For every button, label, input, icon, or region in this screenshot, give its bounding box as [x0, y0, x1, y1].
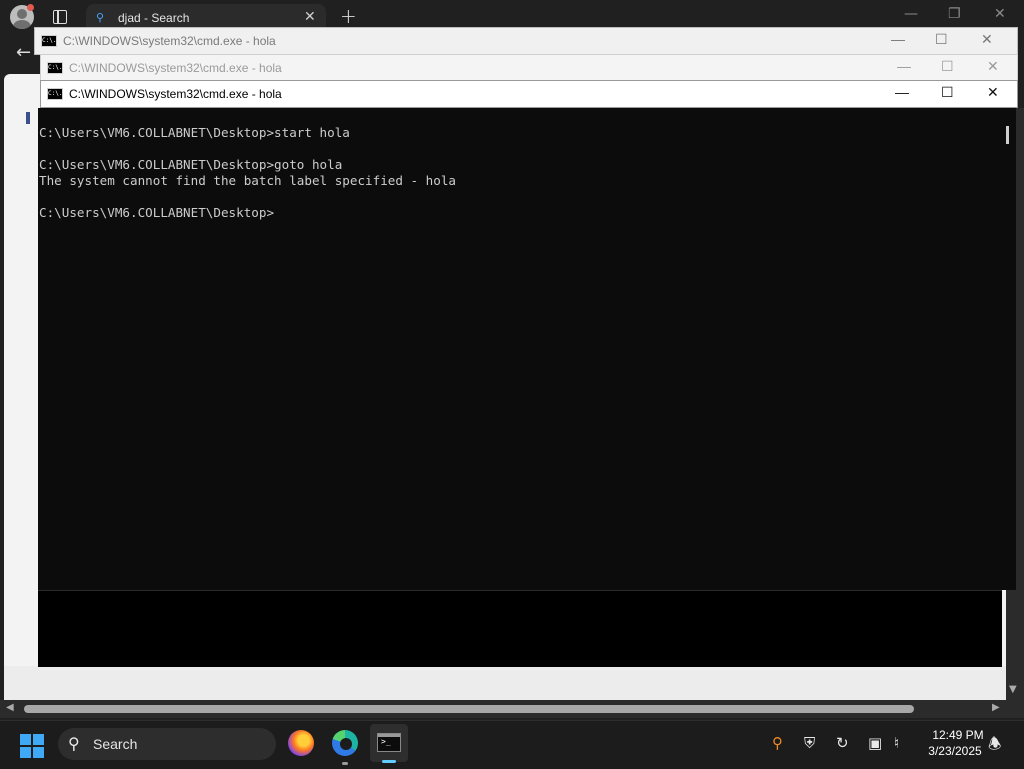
scroll-down-arrow-icon[interactable]: ▼ [1009, 684, 1017, 695]
taskbar-search-box[interactable] [58, 728, 276, 760]
edge-running-indicator [342, 762, 348, 765]
cmd-window-title: C:\WINDOWS\system32\cmd.exe - hola [69, 61, 282, 75]
maximize-icon[interactable]: ☐ [935, 31, 948, 48]
cmd-window-title: C:\WINDOWS\system32\cmd.exe - hola [69, 87, 282, 101]
scroll-left-arrow-icon[interactable]: ◀ [6, 702, 14, 713]
console-scrollbar[interactable] [1002, 108, 1016, 590]
console-prompt-line: C:\Users\VM6.COLLABNET\Desktop> [39, 205, 275, 220]
minimize-icon[interactable]: — [895, 84, 909, 100]
cmd-window-2-titlebar[interactable]: C:\. C:\WINDOWS\system32\cmd.exe - hola … [40, 54, 1018, 82]
sync-alert-icon[interactable]: ↻ [836, 734, 849, 752]
start-logo-quadrant [20, 747, 31, 758]
edge-browser-icon[interactable] [332, 730, 358, 756]
browser-minimize-icon[interactable]: — [904, 6, 918, 22]
browser-restore-icon[interactable]: ❐ [948, 6, 961, 22]
cmd-active-indicator [382, 760, 396, 763]
search-favicon-icon: ⚲ [96, 11, 105, 24]
browser-page-bottom [4, 666, 1006, 700]
new-tab-icon[interactable]: + [340, 4, 357, 28]
security-shield-warning-icon[interactable]: ⛨ [804, 734, 815, 752]
start-logo-quadrant [20, 734, 31, 745]
profile-notification-dot [27, 4, 34, 11]
scroll-right-arrow-icon[interactable]: ▶ [992, 702, 1000, 713]
browser-tab-title: djad - Search [118, 11, 190, 25]
maximize-icon[interactable]: ☐ [941, 84, 954, 101]
close-icon[interactable]: ✕ [987, 58, 999, 75]
cmd-app-icon: C:\. [47, 88, 63, 100]
maximize-icon[interactable]: ☐ [941, 58, 954, 75]
network-display-icon[interactable]: ▣ [868, 734, 882, 752]
console-line: C:\Users\VM6.COLLABNET\Desktop>goto hola [39, 157, 343, 172]
horizontal-scroll-thumb[interactable] [24, 705, 914, 713]
minimize-icon[interactable]: — [891, 31, 905, 47]
taskbar-search-label: Search [93, 736, 138, 752]
page-fragment [26, 112, 30, 124]
minimize-icon[interactable]: — [897, 58, 911, 74]
cmd-window-title: C:\WINDOWS\system32\cmd.exe - hola [63, 34, 276, 48]
console-lower-area [38, 590, 1002, 667]
start-button-windows-icon[interactable] [20, 734, 44, 758]
start-logo-quadrant [33, 747, 44, 758]
firefox-icon[interactable] [288, 730, 314, 756]
terminal-icon [377, 733, 401, 752]
back-arrow-icon[interactable]: ← [16, 42, 31, 63]
tab-actions-icon[interactable] [53, 10, 67, 24]
cmd-app-icon: C:\. [47, 62, 63, 74]
console-line: The system cannot find the batch label s… [39, 173, 457, 188]
start-logo-quadrant [33, 734, 44, 745]
cmd-window-3-titlebar[interactable]: C:\. C:\WINDOWS\system32\cmd.exe - hola … [40, 80, 1018, 108]
search-magnifier-tray-icon[interactable]: ⚲ [772, 734, 783, 752]
console-scroll-thumb[interactable] [1006, 126, 1009, 144]
clock-date[interactable]: 3/23/2025 [922, 744, 988, 758]
tab-close-icon[interactable]: ✕ [304, 9, 316, 25]
cmd-window-1-titlebar[interactable]: C:\. C:\WINDOWS\system32\cmd.exe - hola … [34, 27, 1018, 55]
volume-muted-icon[interactable]: ♮ [894, 734, 899, 752]
close-icon[interactable]: ✕ [981, 31, 993, 48]
console-line: C:\Users\VM6.COLLABNET\Desktop>start hol… [39, 125, 350, 140]
close-icon[interactable]: ✕ [987, 84, 999, 101]
notification-bell-icon[interactable]: 🕭 [988, 734, 1001, 759]
clock-time[interactable]: 12:49 PM [928, 728, 988, 742]
browser-close-icon[interactable]: ✕ [994, 6, 1006, 22]
search-icon: ⚲ [68, 734, 80, 753]
cmd-app-icon: C:\. [41, 35, 57, 47]
